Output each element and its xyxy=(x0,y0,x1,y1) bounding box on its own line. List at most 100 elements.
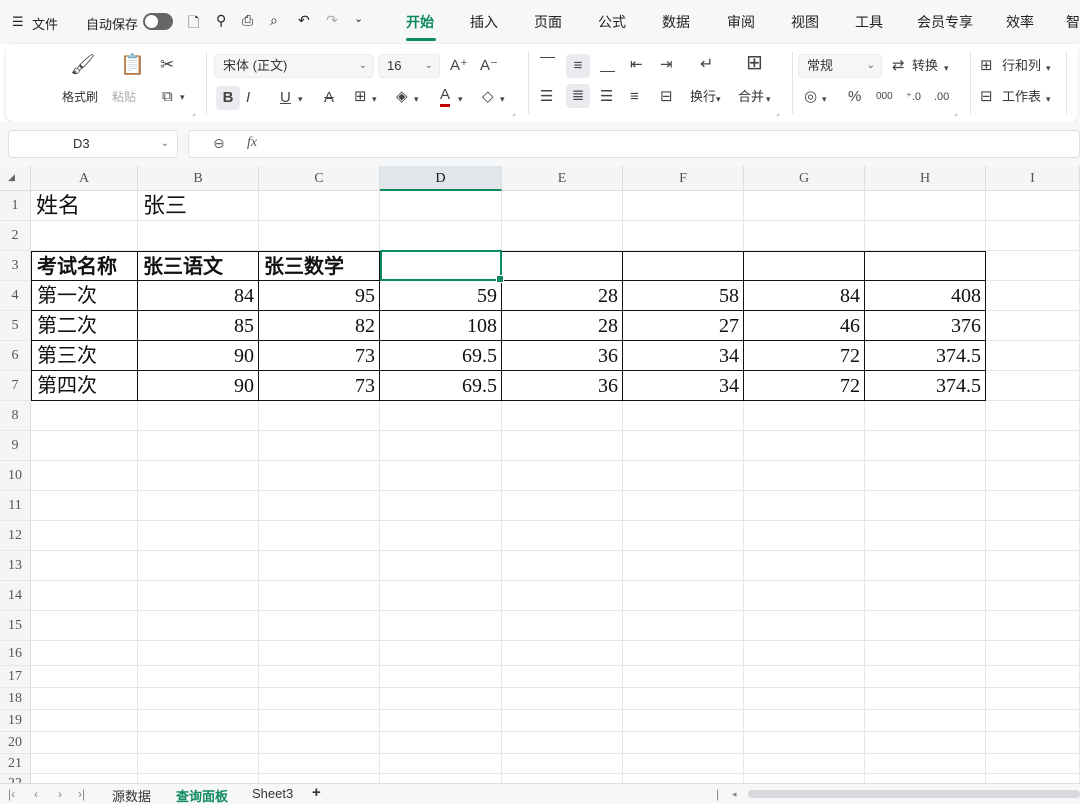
convert-icon[interactable]: ⇄ xyxy=(892,57,905,75)
cell-i3[interactable] xyxy=(986,251,1080,281)
cell-g5[interactable]: 46 xyxy=(744,311,865,341)
wrap-dropdown-icon[interactable]: ▾ xyxy=(716,90,721,108)
cell-h9[interactable] xyxy=(865,431,986,461)
convert-button[interactable]: 转换 xyxy=(912,57,938,75)
cell-c14[interactable] xyxy=(259,581,380,611)
cell-g19[interactable] xyxy=(744,710,865,732)
row-header-2[interactable]: 2 xyxy=(0,221,31,251)
cell-d4[interactable]: 59 xyxy=(380,281,502,311)
italic-button[interactable]: I xyxy=(246,89,250,107)
cell-c10[interactable] xyxy=(259,461,380,491)
underline-dropdown-icon[interactable]: ▾ xyxy=(298,90,303,108)
cell-f3[interactable] xyxy=(623,251,744,281)
cell-d12[interactable] xyxy=(380,521,502,551)
decrease-decimal-icon[interactable]: .00 xyxy=(934,88,949,106)
rows-cols-button[interactable]: 行和列 xyxy=(1002,57,1041,75)
cell-c12[interactable] xyxy=(259,521,380,551)
cut-icon[interactable]: ✂ xyxy=(160,56,174,74)
cell-d20[interactable] xyxy=(380,732,502,754)
more-chevron-icon[interactable]: ⌄ xyxy=(354,12,363,25)
cell-f11[interactable] xyxy=(623,491,744,521)
clear-icon[interactable]: ◇ xyxy=(482,88,494,106)
cell-d7[interactable]: 69.5 xyxy=(380,371,502,401)
cell-a2[interactable] xyxy=(31,221,138,251)
row-header-3[interactable]: 3 xyxy=(0,251,31,281)
file-menu[interactable]: 文件 xyxy=(32,14,58,33)
print-icon[interactable]: ⎙ xyxy=(242,12,253,29)
redo-icon[interactable]: ↷ xyxy=(326,12,338,29)
cell-f17[interactable] xyxy=(623,666,744,688)
cell-g20[interactable] xyxy=(744,732,865,754)
cell-a12[interactable] xyxy=(31,521,138,551)
row-header-15[interactable]: 15 xyxy=(0,611,31,641)
cell-g14[interactable] xyxy=(744,581,865,611)
tab-tools[interactable]: 工具 xyxy=(855,12,883,32)
cell-i10[interactable] xyxy=(986,461,1080,491)
sheet-tab-query[interactable]: 查询面板 xyxy=(176,786,228,804)
cell-g7[interactable]: 72 xyxy=(744,371,865,401)
row-header-6[interactable]: 6 xyxy=(0,341,31,371)
cell-c1[interactable] xyxy=(259,191,380,221)
row-header-16[interactable]: 16 xyxy=(0,641,31,666)
cell-h4[interactable]: 408 xyxy=(865,281,986,311)
cell-i2[interactable] xyxy=(986,221,1080,251)
cell-e12[interactable] xyxy=(502,521,623,551)
cell-e5[interactable]: 28 xyxy=(502,311,623,341)
bold-button[interactable]: B xyxy=(216,86,240,110)
cell-b19[interactable] xyxy=(138,710,259,732)
cell-i17[interactable] xyxy=(986,666,1080,688)
cell-i14[interactable] xyxy=(986,581,1080,611)
cell-d13[interactable] xyxy=(380,551,502,581)
cell-c8[interactable] xyxy=(259,401,380,431)
wrap-icon[interactable]: ↵ xyxy=(700,56,713,74)
cell-d8[interactable] xyxy=(380,401,502,431)
row-header-7[interactable]: 7 xyxy=(0,371,31,401)
cell-g9[interactable] xyxy=(744,431,865,461)
cell-d22[interactable] xyxy=(380,774,502,783)
row-header-22[interactable]: 22 xyxy=(0,774,31,783)
cell-c5[interactable]: 82 xyxy=(259,311,380,341)
row-header-21[interactable]: 21 xyxy=(0,754,31,774)
cell-c18[interactable] xyxy=(259,688,380,710)
cell-b14[interactable] xyxy=(138,581,259,611)
cell-b3[interactable]: 张三语文 xyxy=(138,251,259,281)
row-header-17[interactable]: 17 xyxy=(0,666,31,688)
name-box[interactable]: D3 ⌄ xyxy=(8,130,178,158)
worksheet-dropdown-icon[interactable]: ▾ xyxy=(1046,90,1051,108)
tab-data[interactable]: 数据 xyxy=(662,12,690,32)
cell-e19[interactable] xyxy=(502,710,623,732)
cell-h8[interactable] xyxy=(865,401,986,431)
cell-h5[interactable]: 376 xyxy=(865,311,986,341)
cell-b16[interactable] xyxy=(138,641,259,666)
cell-h3[interactable] xyxy=(865,251,986,281)
row-header-9[interactable]: 9 xyxy=(0,431,31,461)
cell-e4[interactable]: 28 xyxy=(502,281,623,311)
column-header-b[interactable]: B xyxy=(138,166,259,191)
cell-f9[interactable] xyxy=(623,431,744,461)
cell-f19[interactable] xyxy=(623,710,744,732)
cell-a5[interactable]: 第二次 xyxy=(31,311,138,341)
tab-view[interactable]: 视图 xyxy=(791,12,819,32)
format-painter-label[interactable]: 格式刷 xyxy=(62,88,98,106)
cell-i1[interactable] xyxy=(986,191,1080,221)
sheet-tab-source[interactable]: 源数据 xyxy=(112,786,151,804)
column-header-a[interactable]: A xyxy=(31,166,138,191)
cell-h6[interactable]: 374.5 xyxy=(865,341,986,371)
cell-e14[interactable] xyxy=(502,581,623,611)
next-sheet-icon[interactable]: › xyxy=(58,787,62,801)
share-icon[interactable]: ⚲ xyxy=(216,12,226,29)
cell-e21[interactable] xyxy=(502,754,623,774)
save-icon[interactable]: 🗋 xyxy=(188,12,199,36)
column-header-i[interactable]: I xyxy=(986,166,1080,191)
cell-a21[interactable] xyxy=(31,754,138,774)
cell-b7[interactable]: 90 xyxy=(138,371,259,401)
cell-d10[interactable] xyxy=(380,461,502,491)
cell-h19[interactable] xyxy=(865,710,986,732)
cell-d2[interactable] xyxy=(380,221,502,251)
cell-e22[interactable] xyxy=(502,774,623,783)
cell-i9[interactable] xyxy=(986,431,1080,461)
cell-b20[interactable] xyxy=(138,732,259,754)
cell-a10[interactable] xyxy=(31,461,138,491)
cell-g2[interactable] xyxy=(744,221,865,251)
cell-b8[interactable] xyxy=(138,401,259,431)
